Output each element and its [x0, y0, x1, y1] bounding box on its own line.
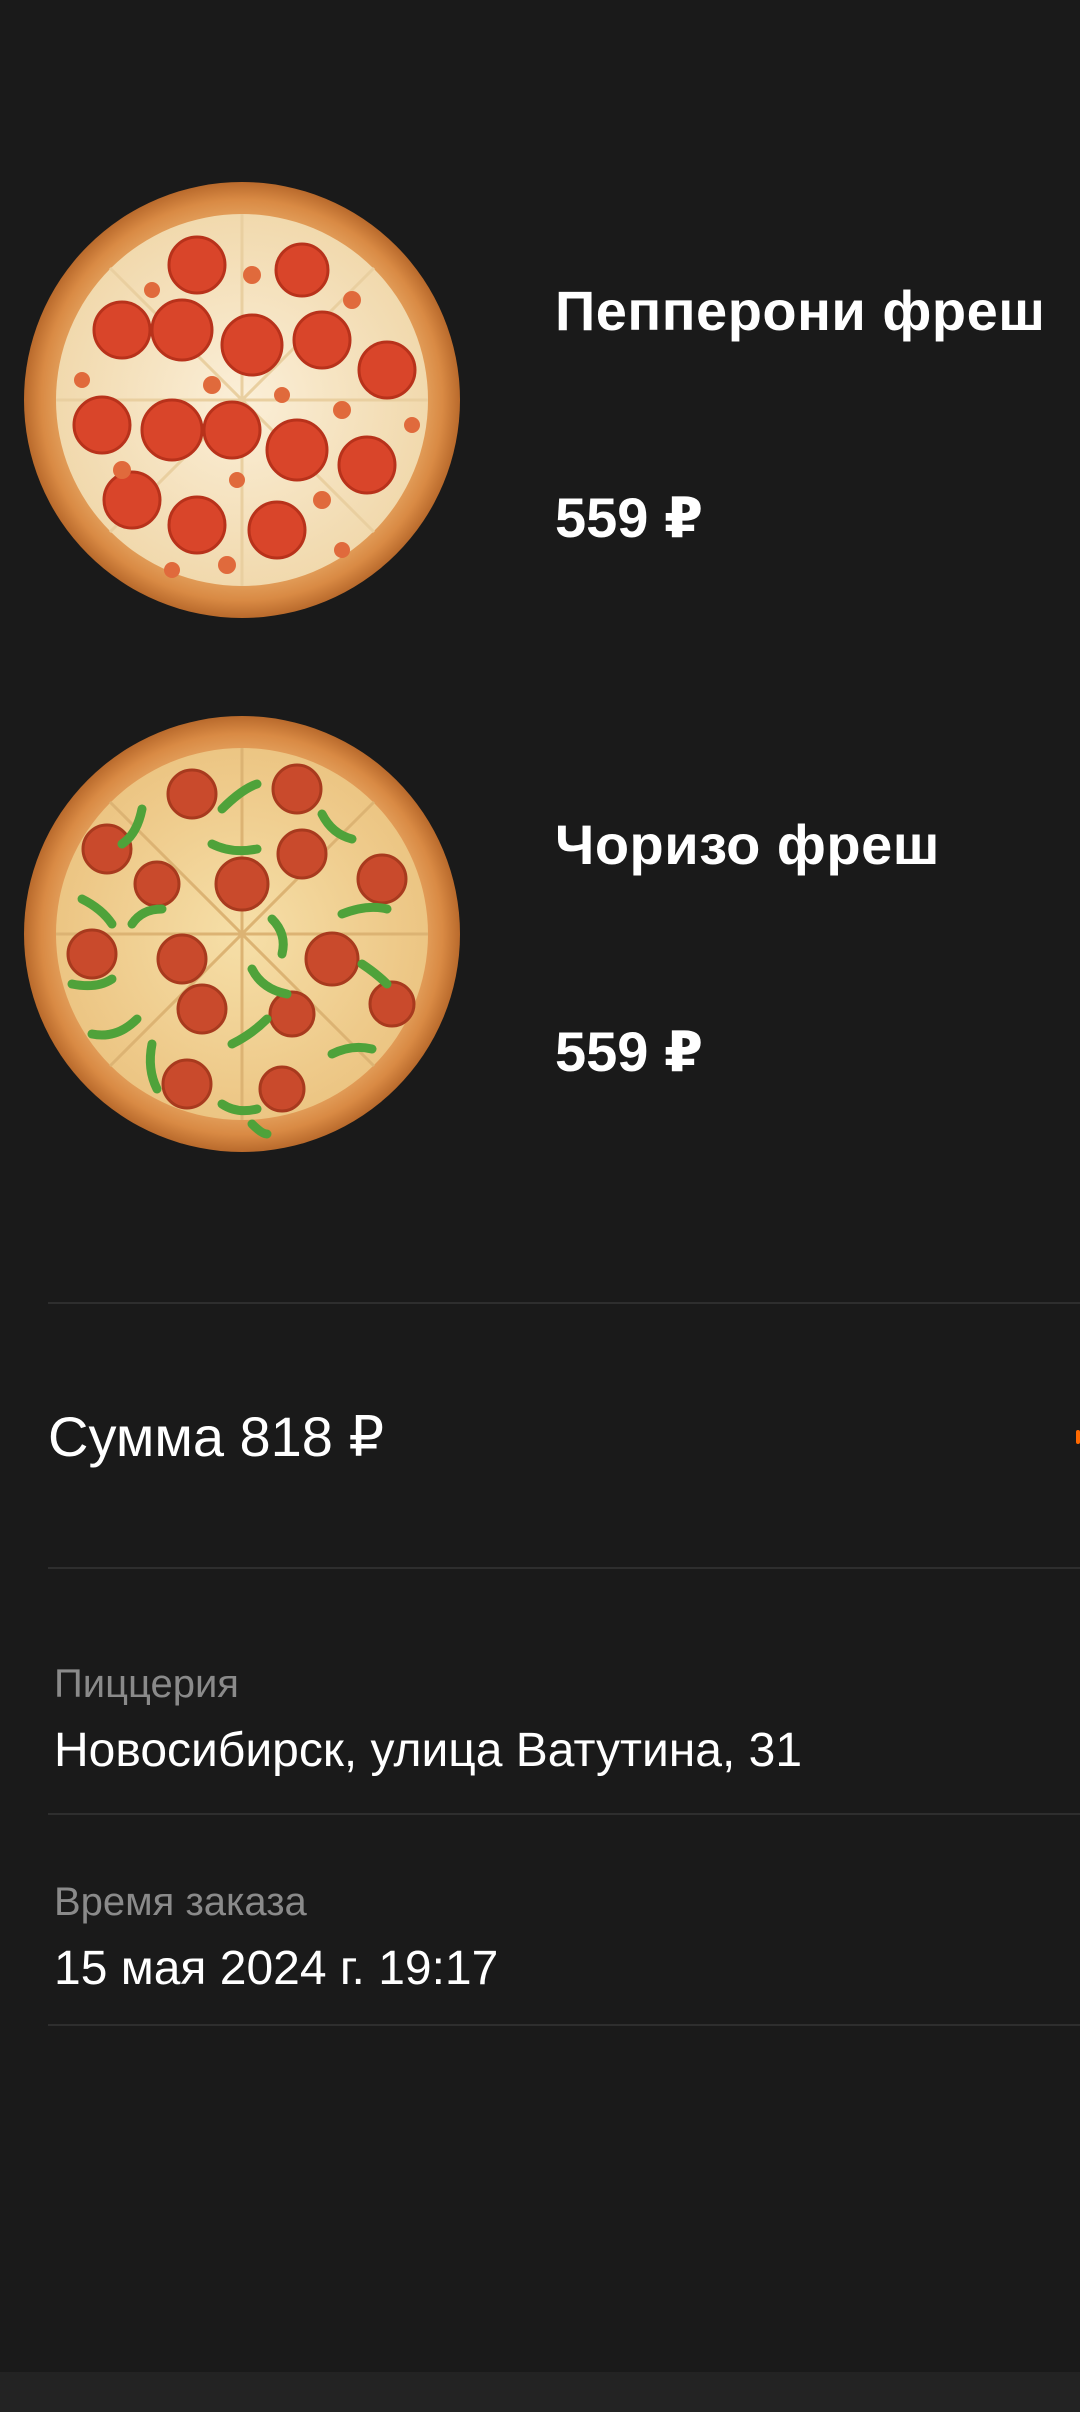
order-time-label: Время заказа [54, 1880, 307, 1924]
pizzeria-label: Пиццерия [54, 1662, 239, 1706]
divider [48, 2024, 1080, 2026]
pizzeria-address: Новосибирск, улица Ватутина, 31 [54, 1724, 803, 1777]
bottom-bar [0, 2372, 1080, 2412]
order-item[interactable]: Чоризо фреш 559 ₽ [0, 704, 1080, 1184]
order-time-value: 15 мая 2024 г. 19:17 [54, 1942, 499, 1995]
product-price: 559 ₽ [555, 486, 703, 549]
product-name: Пепперони фреш [555, 279, 1046, 342]
divider [48, 1813, 1080, 1815]
order-total: Сумма 818 ₽ [48, 1405, 385, 1468]
product-price: 559 ₽ [555, 1020, 703, 1083]
chorizo-pizza-image [24, 716, 460, 1152]
product-name: Чоризо фреш [555, 813, 940, 876]
pepperoni-pizza-image [24, 182, 460, 618]
divider [48, 1567, 1080, 1569]
divider [48, 1302, 1080, 1304]
accent-marker [1076, 1430, 1080, 1444]
order-item[interactable]: Пепперони фреш 559 ₽ [0, 170, 1080, 650]
